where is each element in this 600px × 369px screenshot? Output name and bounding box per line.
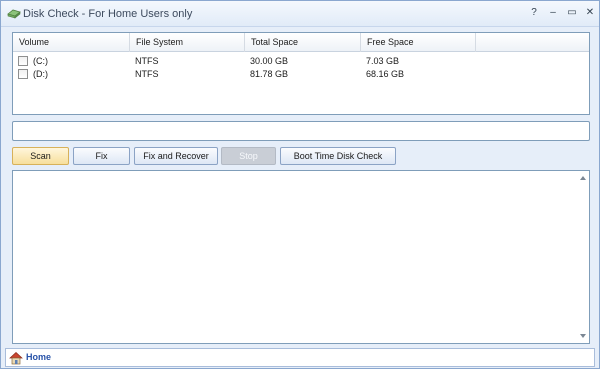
- close-button[interactable]: ✕: [583, 6, 597, 20]
- column-header-empty: [476, 33, 589, 52]
- fix-button[interactable]: Fix: [73, 147, 130, 165]
- breadcrumb-home-link[interactable]: Home: [26, 352, 51, 362]
- log-output[interactable]: [12, 170, 590, 344]
- column-header-total-space[interactable]: Total Space: [245, 33, 361, 52]
- house-icon: [9, 352, 23, 365]
- volume-list[interactable]: Volume File System Total Space Free Spac…: [12, 32, 590, 115]
- disk-check-app-icon: [7, 9, 21, 19]
- window-title: Disk Check - For Home Users only: [23, 8, 193, 20]
- volume-name: (C:): [33, 56, 48, 66]
- status-field[interactable]: [12, 121, 590, 141]
- minimize-button[interactable]: –: [546, 6, 560, 20]
- volume-checkbox[interactable]: [18, 69, 28, 79]
- column-header-file-system[interactable]: File System: [130, 33, 245, 52]
- fix-and-recover-button[interactable]: Fix and Recover: [134, 147, 218, 165]
- table-row[interactable]: (D:) NTFS 81.78 GB 68.16 GB: [13, 68, 589, 81]
- volume-checkbox[interactable]: [18, 56, 28, 66]
- column-header-free-space[interactable]: Free Space: [361, 33, 476, 52]
- table-row[interactable]: (C:) NTFS 30.00 GB 7.03 GB: [13, 55, 589, 68]
- boot-time-disk-check-button[interactable]: Boot Time Disk Check: [280, 147, 396, 165]
- disk-check-window: Disk Check - For Home Users only ? – ▭ ✕…: [0, 0, 600, 369]
- volume-file-system: NTFS: [135, 56, 159, 66]
- column-header-volume[interactable]: Volume: [13, 33, 130, 52]
- scan-button[interactable]: Scan: [12, 147, 69, 165]
- title-bar: Disk Check - For Home Users only ? – ▭ ✕: [1, 1, 599, 27]
- scroll-down-arrow-icon[interactable]: [580, 334, 586, 338]
- stop-button: Stop: [221, 147, 276, 165]
- volume-list-header: Volume File System Total Space Free Spac…: [13, 33, 589, 52]
- volume-file-system: NTFS: [135, 69, 159, 79]
- volume-free-space: 68.16 GB: [366, 69, 405, 79]
- volume-total-space: 30.00 GB: [250, 56, 289, 66]
- breadcrumb: Home: [5, 348, 595, 367]
- help-button[interactable]: ?: [527, 6, 541, 20]
- volume-name: (D:): [33, 69, 48, 79]
- volume-free-space: 7.03 GB: [366, 56, 400, 66]
- maximize-button[interactable]: ▭: [565, 6, 579, 20]
- scroll-up-arrow-icon[interactable]: [580, 176, 586, 180]
- log-scrollbar[interactable]: [578, 171, 589, 343]
- volume-total-space: 81.78 GB: [250, 69, 289, 79]
